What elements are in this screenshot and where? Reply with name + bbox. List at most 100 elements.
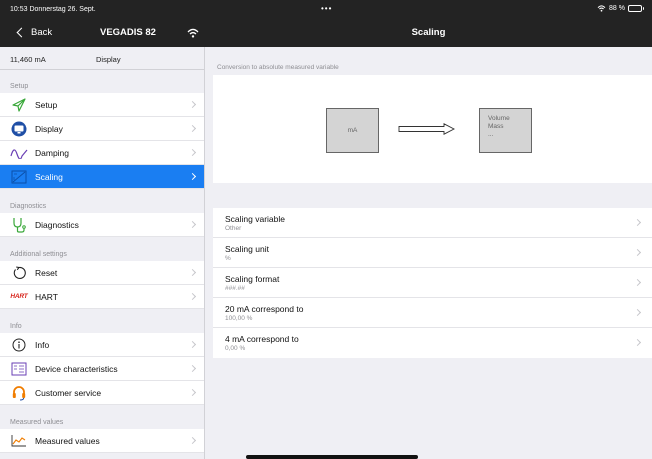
row-label: Scaling format [225, 274, 280, 284]
section-header-measured-values: Measured values [10, 419, 64, 426]
row-value: 100,00 % [225, 315, 253, 322]
chevron-right-icon [188, 124, 197, 133]
row-scaling-variable[interactable]: Scaling variable Other [213, 208, 652, 238]
setup-icon [9, 96, 29, 114]
back-button[interactable]: Back [16, 27, 53, 38]
status-time: 10:53 Donnerstag 26. Sept. [10, 6, 96, 13]
sidebar-item-label: Customer service [35, 387, 102, 398]
status-bar: 10:53 Donnerstag 26. Sept. ••• 88 % [0, 0, 652, 19]
sidebar-item-label: Display [35, 123, 63, 134]
chevron-right-icon [633, 218, 642, 227]
battery-percent: 88 % [609, 5, 625, 12]
damping-icon [9, 144, 29, 162]
row-label: 20 mA correspond to [225, 304, 304, 314]
chevron-right-icon [188, 172, 197, 181]
status-right: 88 % [597, 5, 644, 12]
row-value: % [225, 255, 231, 262]
chevron-right-icon [188, 364, 197, 373]
back-label: Back [31, 27, 53, 38]
output-line-more: ... [488, 131, 494, 138]
sidebar-item-device-characteristics[interactable]: Device characteristics [0, 357, 204, 381]
row-label: Scaling unit [225, 244, 269, 254]
conversion-diagram: mA Volume Mass ... [213, 75, 652, 183]
row-value: 0,00 % [225, 345, 246, 352]
display-icon [9, 120, 29, 138]
chevron-right-icon [188, 340, 197, 349]
sidebar-item-label: HART [35, 291, 58, 302]
output-line-mass: Mass [488, 123, 504, 130]
sidebar-item-info[interactable]: Info [0, 333, 204, 357]
sidebar-item-setup[interactable]: Setup [0, 93, 204, 117]
stethoscope-icon [9, 216, 29, 234]
sidebar-nav-bar: Back VEGADIS 82 [0, 19, 205, 47]
section-header-diagnostics: Diagnostics [10, 203, 47, 210]
chevron-right-icon [633, 278, 642, 287]
row-20ma-correspond[interactable]: 20 mA correspond to 100,00 % [213, 298, 652, 328]
diagram-caption: Conversion to absolute measured variable [217, 64, 339, 71]
sidebar-item-customer-service[interactable]: Customer service [0, 381, 204, 405]
chevron-right-icon [188, 148, 197, 157]
section-header-additional-settings: Additional settings [10, 251, 67, 258]
row-label: 4 mA correspond to [225, 334, 299, 344]
device-characteristics-icon [9, 360, 29, 378]
device-name: VEGADIS 82 [100, 27, 156, 38]
home-indicator[interactable] [246, 455, 418, 459]
row-value: ###.## [225, 285, 245, 292]
chevron-right-icon [633, 338, 642, 347]
chevron-right-icon [188, 268, 197, 277]
chevron-right-icon [188, 292, 197, 301]
chevron-right-icon [188, 388, 197, 397]
sidebar-item-hart[interactable]: HART HART [0, 285, 204, 309]
row-scaling-unit[interactable]: Scaling unit % [213, 238, 652, 268]
chevron-right-icon [633, 248, 642, 257]
sidebar-item-label: Setup [35, 99, 58, 110]
sidebar-item-label: Scaling [35, 171, 63, 182]
chevron-right-icon [633, 308, 642, 317]
sidebar-item-reset[interactable]: Reset [0, 261, 204, 285]
sidebar-item-display[interactable]: Display [0, 117, 204, 141]
section-header-info: Info [10, 323, 22, 330]
current-value: 11,460 mA [10, 55, 46, 64]
sidebar-item-label: Reset [35, 267, 58, 278]
row-label: Scaling variable [225, 214, 286, 224]
output-line-volume: Volume [488, 115, 510, 122]
input-box: mA [326, 108, 379, 153]
current-value-bar: 11,460 mA Display [0, 47, 204, 70]
chevron-right-icon [188, 100, 197, 109]
info-icon [9, 336, 29, 354]
sidebar-item-label: Measured values [35, 435, 100, 446]
sidebar-item-label: Damping [35, 147, 70, 158]
sidebar-item-diagnostics[interactable]: Diagnostics [0, 213, 204, 237]
chevron-right-icon [188, 220, 197, 229]
sidebar-item-label: Diagnostics [35, 219, 79, 230]
main-content: Conversion to absolute measured variable… [205, 47, 652, 459]
hart-logo-icon: HART [10, 293, 28, 300]
top-bar: 10:53 Donnerstag 26. Sept. ••• 88 % Back… [0, 0, 652, 47]
sidebar-item-scaling[interactable]: Scaling [0, 165, 204, 189]
chart-icon [9, 432, 29, 450]
sidebar: 11,460 mA Display Setup Setup Display Da… [0, 47, 205, 459]
battery-icon [628, 5, 644, 12]
conversion-arrow-icon [398, 123, 455, 135]
sidebar-item-measured-values[interactable]: Measured values [0, 429, 204, 453]
row-value: Other [225, 225, 242, 232]
chevron-right-icon [188, 436, 197, 445]
output-box: Volume Mass ... [479, 108, 532, 153]
wifi-icon[interactable] [187, 28, 199, 38]
row-4ma-correspond[interactable]: 4 mA correspond to 0,00 % [213, 328, 652, 358]
sidebar-item-label: Info [35, 339, 50, 350]
page-title: Scaling [411, 27, 446, 38]
row-scaling-format[interactable]: Scaling format ###.## [213, 268, 652, 298]
input-label: mA [347, 127, 358, 134]
chevron-left-icon [16, 27, 27, 38]
scaling-icon [9, 168, 29, 186]
app-window: 10:53 Donnerstag 26. Sept. ••• 88 % Back… [0, 0, 652, 459]
sidebar-item-damping[interactable]: Damping [0, 141, 204, 165]
headset-icon [9, 384, 29, 402]
reset-icon [9, 264, 29, 282]
display-label: Display [96, 55, 121, 64]
sidebar-item-label: Device characteristics [35, 363, 118, 374]
scaling-settings-list: Scaling variable Other Scaling unit % Sc… [213, 208, 652, 358]
multitask-dots-icon[interactable]: ••• [321, 4, 332, 13]
section-header-setup: Setup [10, 83, 29, 90]
